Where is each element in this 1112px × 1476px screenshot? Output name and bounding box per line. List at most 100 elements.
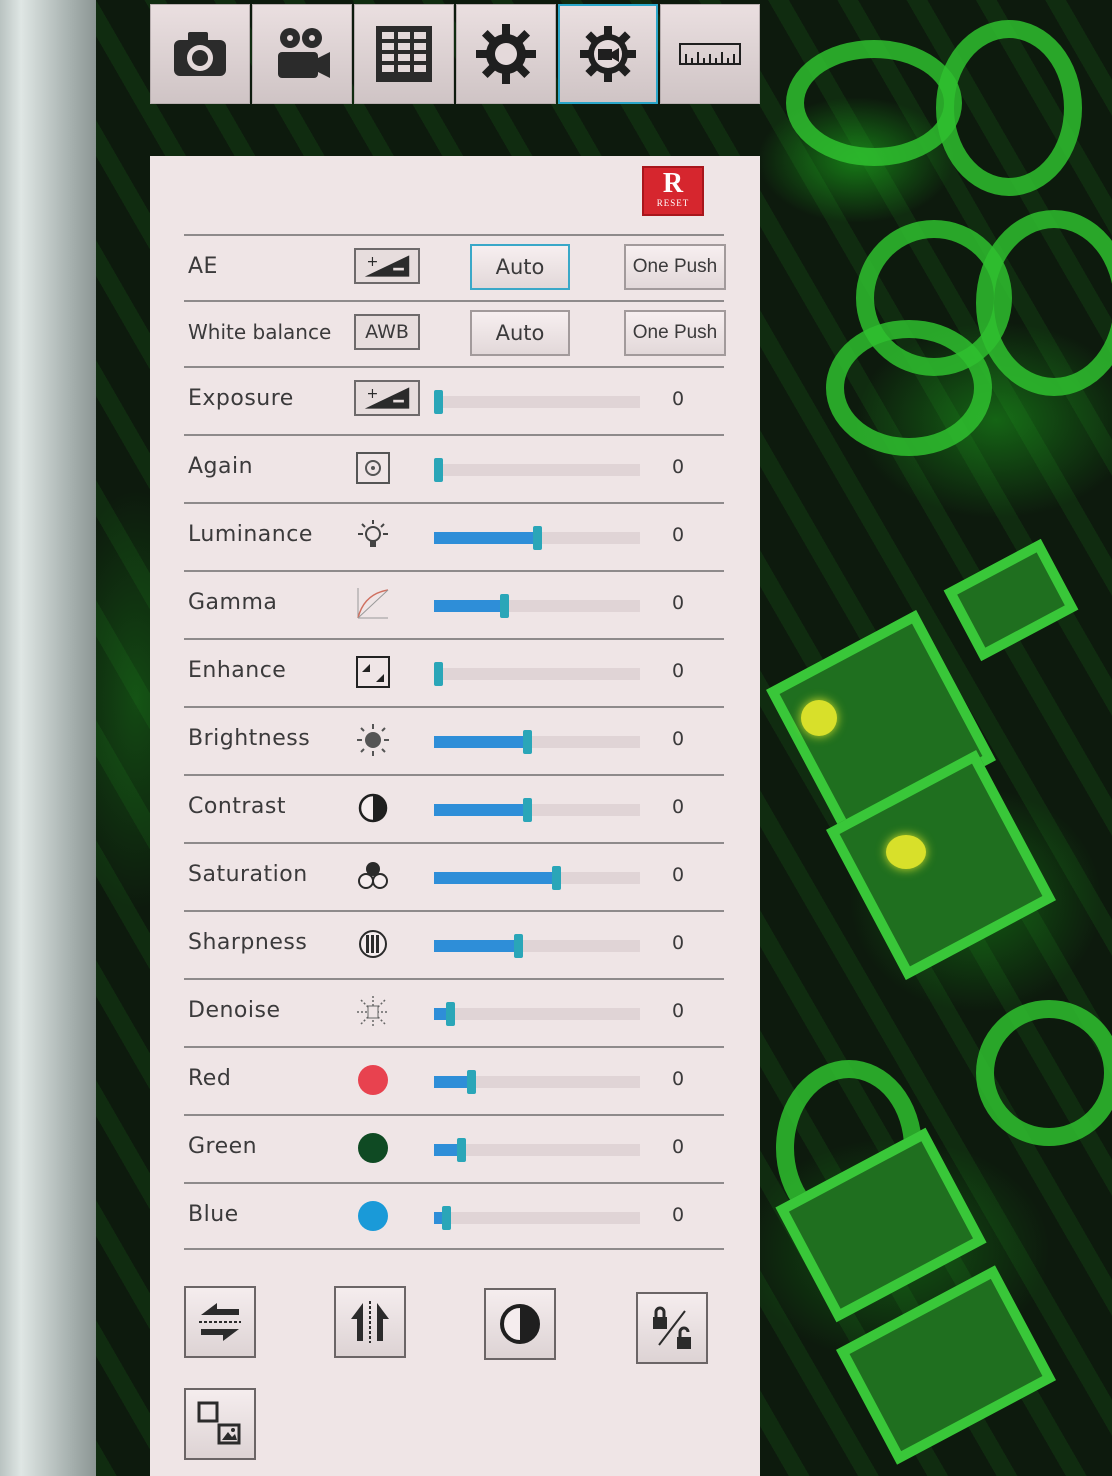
gain-icon <box>354 450 392 486</box>
exposure-row: Exposure +0 <box>184 366 724 434</box>
reset-icon-letter: R <box>662 168 684 199</box>
camera-icon <box>174 32 226 76</box>
luminance-slider-thumb[interactable] <box>533 526 542 550</box>
green-dot-icon <box>354 1130 392 1166</box>
contrast-invert-button[interactable] <box>484 1288 556 1360</box>
divider <box>184 1248 724 1250</box>
brightness-row: Brightness 0 <box>184 706 724 774</box>
saturation-value: 0 <box>672 864 685 886</box>
sharpness-slider-thumb[interactable] <box>514 934 523 958</box>
ae-auto-button[interactable]: Auto <box>470 244 570 290</box>
video-camera-icon <box>278 28 330 78</box>
brightness-slider-fill <box>434 736 527 748</box>
again-slider[interactable] <box>434 458 640 482</box>
sharpness-slider[interactable] <box>434 934 640 958</box>
sharpness-row: Sharpness 0 <box>184 910 724 978</box>
tab-capture[interactable] <box>150 4 250 104</box>
green-value: 0 <box>672 1136 685 1158</box>
blue-row: Blue 0 <box>184 1182 724 1250</box>
sharpness-slider-fill <box>434 940 518 952</box>
enhance-row: Enhance 0 <box>184 638 724 706</box>
brightness-slider-thumb[interactable] <box>523 730 532 754</box>
contrast-slider-thumb[interactable] <box>523 798 532 822</box>
denoise-slider-thumb[interactable] <box>446 1002 455 1026</box>
camera-settings-icon <box>580 26 636 82</box>
sharpness-value: 0 <box>672 932 685 954</box>
blue-label: Blue <box>188 1202 239 1227</box>
sharpness-label: Sharpness <box>188 930 308 955</box>
color-circles-icon <box>354 858 392 894</box>
svg-text:+: + <box>367 254 379 270</box>
again-row: Again 0 <box>184 434 724 502</box>
ae-one-push-button[interactable]: One Push <box>624 244 726 290</box>
saturation-slider-thumb[interactable] <box>552 866 561 890</box>
green-slider-thumb[interactable] <box>457 1138 466 1162</box>
luminance-row: Luminance 0 <box>184 502 724 570</box>
denoise-label: Denoise <box>188 998 281 1023</box>
tab-settings[interactable] <box>456 4 556 104</box>
tab-camera-settings[interactable] <box>558 4 658 104</box>
top-toolbar <box>150 4 760 104</box>
picture-in-picture-icon <box>197 1401 241 1445</box>
flip-horizontal-button[interactable] <box>334 1286 406 1358</box>
tab-measure[interactable] <box>660 4 760 104</box>
brightness-slider[interactable] <box>434 730 640 754</box>
exposure-label: Exposure <box>188 386 294 411</box>
contrast-slider[interactable] <box>434 798 640 822</box>
gear-icon <box>476 24 536 84</box>
camera-settings-panel: R RESET AE + Auto One Push White balance… <box>150 156 760 1476</box>
luminance-slider-fill <box>434 532 537 544</box>
brightness-label: Brightness <box>188 726 311 751</box>
lock-unlock-button[interactable] <box>636 1292 708 1364</box>
enhance-slider[interactable] <box>434 662 640 686</box>
exposure-compensation-icon: + <box>354 248 420 284</box>
saturation-slider[interactable] <box>434 866 640 890</box>
again-value: 0 <box>672 456 685 478</box>
red-slider-thumb[interactable] <box>467 1070 476 1094</box>
blue-slider-thumb[interactable] <box>442 1206 451 1230</box>
monitor-bezel <box>0 0 96 1476</box>
contrast-icon <box>354 790 392 826</box>
gamma-value: 0 <box>672 592 685 614</box>
gamma-slider-fill <box>434 600 504 612</box>
red-slider[interactable] <box>434 1070 640 1094</box>
gamma-slider[interactable] <box>434 594 640 618</box>
tab-record[interactable] <box>252 4 352 104</box>
exposure-slider-thumb[interactable] <box>434 390 443 414</box>
reset-button[interactable]: R RESET <box>642 166 704 216</box>
brightness-value: 0 <box>672 728 685 750</box>
saturation-label: Saturation <box>188 862 308 887</box>
ruler-icon <box>679 43 741 65</box>
green-slider[interactable] <box>434 1138 640 1162</box>
blue-value: 0 <box>672 1204 685 1226</box>
luminance-slider[interactable] <box>434 526 640 550</box>
tab-browse[interactable] <box>354 4 454 104</box>
contrast-slider-fill <box>434 804 527 816</box>
contrast-label: Contrast <box>188 794 287 819</box>
wb-one-push-button[interactable]: One Push <box>624 310 726 356</box>
ae-label: AE <box>188 254 218 279</box>
awb-badge: AWB <box>354 314 420 350</box>
red-dot-icon <box>354 1062 392 1098</box>
again-label: Again <box>188 454 254 479</box>
svg-text:+: + <box>367 386 379 402</box>
grid-icon <box>376 26 432 82</box>
exposure-slider[interactable] <box>434 390 640 414</box>
blue-slider[interactable] <box>434 1206 640 1230</box>
sharpness-icon <box>354 926 392 962</box>
exposure-compensation-icon: + <box>354 380 420 416</box>
enhance-slider-thumb[interactable] <box>434 662 443 686</box>
ae-row: AE + Auto One Push <box>184 234 726 302</box>
denoise-slider[interactable] <box>434 1002 640 1026</box>
picture-in-picture-button[interactable] <box>184 1388 256 1460</box>
white-balance-row: White balance AWB Auto One Push <box>184 300 726 368</box>
gamma-slider-thumb[interactable] <box>500 594 509 618</box>
gamma-label: Gamma <box>188 590 278 615</box>
red-slider-fill <box>434 1076 471 1088</box>
denoise-icon <box>354 994 392 1030</box>
enhance-value: 0 <box>672 660 685 682</box>
wb-auto-button[interactable]: Auto <box>470 310 570 356</box>
again-slider-thumb[interactable] <box>434 458 443 482</box>
blue-dot-icon <box>354 1198 392 1234</box>
flip-vertical-button[interactable] <box>184 1286 256 1358</box>
